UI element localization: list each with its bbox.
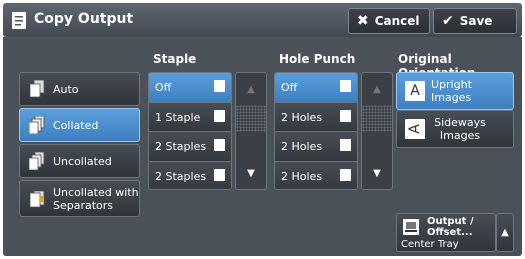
orientation-option-label: Sideways Images: [434, 116, 486, 142]
collated-docs-icon: [29, 116, 45, 134]
sideways-a-icon: A: [405, 119, 425, 139]
output-mode-uncollated-button[interactable]: Uncollated: [19, 144, 140, 178]
page-title: Copy Output: [34, 11, 134, 27]
upright-images-button[interactable]: A Upright Images: [396, 72, 514, 110]
staple-heading: Staple: [153, 52, 197, 66]
hole-punch-option-label: Off: [281, 81, 298, 94]
punch-none-icon: [340, 80, 351, 92]
close-icon: ✖: [357, 13, 369, 29]
cancel-button[interactable]: ✖ Cancel: [348, 8, 430, 34]
staple-list: Off 1 Staple 2 Staples 2 Staples: [148, 72, 232, 190]
hole-punch-option-off[interactable]: Off: [275, 73, 357, 102]
staple-none-icon: [214, 80, 225, 92]
scroll-down-icon[interactable]: ▼: [362, 157, 392, 189]
staple-option-label: 2 Staples: [155, 170, 207, 183]
checkmark-icon: ✔: [442, 13, 454, 29]
hole-punch-scrollbar[interactable]: ▲ ▼: [361, 72, 393, 190]
staple-option-2-staples-left[interactable]: 2 Staples: [149, 131, 231, 161]
cancel-label: Cancel: [374, 14, 420, 28]
tray-icon: [403, 219, 419, 235]
staple-scrollbar[interactable]: ▲ ▼: [235, 72, 267, 190]
output-mode-label: Uncollated with Separators: [53, 185, 139, 212]
output-offset-button[interactable]: Output / Offset... Center Tray: [396, 213, 496, 252]
scroll-track: [236, 105, 266, 132]
orientation-option-label: Upright Images: [431, 78, 472, 104]
hole-punch-option-2-holes-top[interactable]: 2 Holes: [275, 131, 357, 161]
staple-option-1-staple[interactable]: 1 Staple: [149, 102, 231, 131]
title-bar: Copy Output ✖ Cancel ✔ Save: [3, 3, 522, 37]
staple-side-icon: [214, 139, 225, 151]
staple-corner-icon: [214, 110, 225, 122]
sideways-a-glyph: A: [406, 124, 423, 134]
staple-option-label: 2 Staples: [155, 140, 207, 153]
hole-punch-option-2-holes-right[interactable]: 2 Holes: [275, 102, 357, 131]
save-button[interactable]: ✔ Save: [433, 8, 517, 34]
staple-option-label: Off: [155, 81, 172, 94]
separator-docs-icon: [29, 190, 45, 207]
document-icon: [12, 12, 26, 29]
punch-top-icon: [340, 139, 351, 151]
hole-punch-option-label: 2 Holes: [281, 170, 323, 183]
punch-side-icon: [340, 110, 351, 122]
uncollated-docs-icon: [29, 152, 45, 170]
output-offset-label: Output / Offset...: [427, 216, 474, 238]
upright-a-icon: A: [405, 81, 425, 101]
copy-output-screen: Copy Output ✖ Cancel ✔ Save Staple Hole …: [0, 0, 525, 259]
staple-option-2-staples-top[interactable]: 2 Staples: [149, 161, 231, 189]
output-mode-collated-button[interactable]: Collated: [19, 108, 140, 142]
hole-punch-option-label: 2 Holes: [281, 140, 323, 153]
hole-punch-list: Off 2 Holes 2 Holes 2 Holes: [274, 72, 358, 190]
punch-left-icon: [340, 169, 351, 181]
collated-docs-icon: [29, 80, 45, 98]
output-mode-label: Auto: [53, 82, 79, 96]
scroll-up-icon[interactable]: ▲: [362, 73, 392, 105]
staple-option-off[interactable]: Off: [149, 73, 231, 102]
output-mode-uncollated-separators-button[interactable]: Uncollated with Separators: [19, 180, 140, 217]
save-label: Save: [459, 14, 493, 28]
output-scroll-up-button[interactable]: ▲: [496, 213, 514, 252]
scroll-down-icon[interactable]: ▼: [236, 157, 266, 189]
staple-option-label: 1 Staple: [155, 110, 201, 124]
chevron-up-icon: ▲: [501, 227, 509, 238]
output-tray-value: Center Tray: [401, 239, 459, 250]
sideways-images-button[interactable]: A Sideways Images: [396, 110, 514, 148]
output-mode-auto-button[interactable]: Auto: [19, 72, 140, 106]
output-mode-label: Collated: [53, 118, 99, 132]
scroll-track: [362, 105, 392, 132]
scroll-up-icon[interactable]: ▲: [236, 73, 266, 105]
hole-punch-option-label: 2 Holes: [281, 110, 323, 124]
hole-punch-option-2-holes-left[interactable]: 2 Holes: [275, 161, 357, 189]
output-mode-label: Uncollated: [53, 154, 112, 168]
hole-punch-heading: Hole Punch: [279, 52, 356, 66]
staple-top-icon: [214, 169, 225, 181]
